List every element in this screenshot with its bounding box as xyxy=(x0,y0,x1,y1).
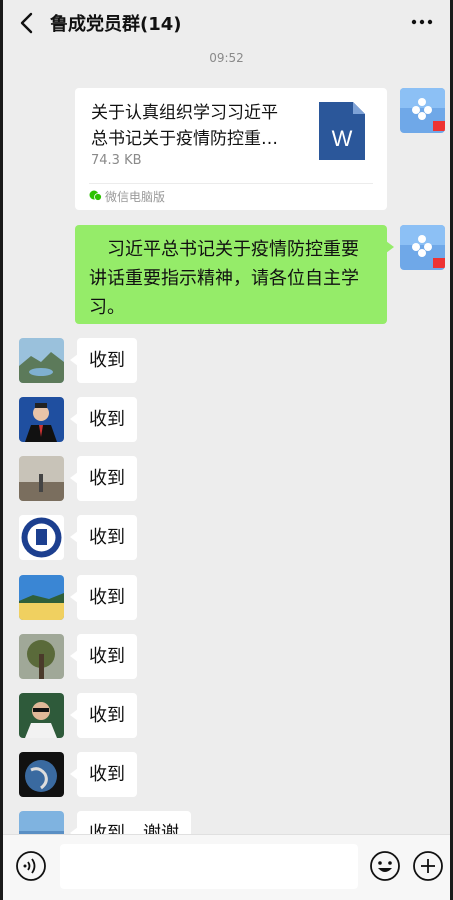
member-avatar[interactable] xyxy=(19,397,64,442)
message-timestamp: 09:52 xyxy=(209,51,244,65)
received-text-message[interactable]: 收到 xyxy=(70,752,137,797)
member-avatar[interactable] xyxy=(19,693,64,738)
member-avatar[interactable] xyxy=(19,575,64,620)
file-message-card[interactable]: 关于认真组织学习习近平 总书记关于疫情防控重… 74.3 KB W 微信电脑版 xyxy=(75,88,387,210)
received-text-message[interactable]: 收到 xyxy=(70,338,137,383)
message-input[interactable] xyxy=(60,844,358,889)
wechat-icon xyxy=(89,190,102,201)
sent-text-message[interactable]: 习近平总书记关于疫情防控重要 讲话重要指示精神，请各位自主学 习。 xyxy=(75,225,394,324)
member-avatar[interactable] xyxy=(19,752,64,797)
member-avatar[interactable] xyxy=(19,338,64,383)
back-arrow-icon[interactable] xyxy=(17,11,37,35)
member-avatar[interactable] xyxy=(19,456,64,501)
member-avatar[interactable] xyxy=(19,515,64,560)
input-bar xyxy=(3,834,450,900)
chat-header: 鲁成党员群(14) xyxy=(3,0,450,46)
received-text-message[interactable]: 收到 xyxy=(70,515,137,560)
file-source: 微信电脑版 xyxy=(105,190,166,204)
voice-icon[interactable] xyxy=(15,850,47,882)
file-title-line: 总书记关于疫情防控重… xyxy=(91,129,278,149)
chat-title: 鲁成党员群(14) xyxy=(50,14,182,35)
message-line: 习。 xyxy=(89,297,125,318)
member-avatar[interactable] xyxy=(19,634,64,679)
received-text-message[interactable]: 收到 xyxy=(70,456,137,501)
svg-text:W: W xyxy=(332,126,353,151)
message-line: 习近平总书记关于疫情防控重要 xyxy=(89,239,359,260)
file-title: 关于认真组织学习习近平 总书记关于疫情防控重… xyxy=(91,100,306,152)
message-line: 讲话重要指示精神，请各位自主学 xyxy=(89,268,359,289)
more-icon[interactable] xyxy=(410,12,434,32)
word-document-icon: W xyxy=(319,102,365,160)
file-size: 74.3 KB xyxy=(91,153,142,168)
received-text-message[interactable]: 收到 xyxy=(70,397,137,442)
self-avatar[interactable] xyxy=(400,225,445,270)
emoji-icon[interactable] xyxy=(369,850,401,882)
received-text-message[interactable]: 收到 xyxy=(70,693,137,738)
received-text-message[interactable]: 收到 xyxy=(70,634,137,679)
plus-icon[interactable] xyxy=(412,850,444,882)
self-avatar[interactable] xyxy=(400,88,445,133)
received-text-message[interactable]: 收到 xyxy=(70,575,137,620)
file-title-line: 关于认真组织学习习近平 xyxy=(91,103,278,123)
divider xyxy=(89,183,373,184)
